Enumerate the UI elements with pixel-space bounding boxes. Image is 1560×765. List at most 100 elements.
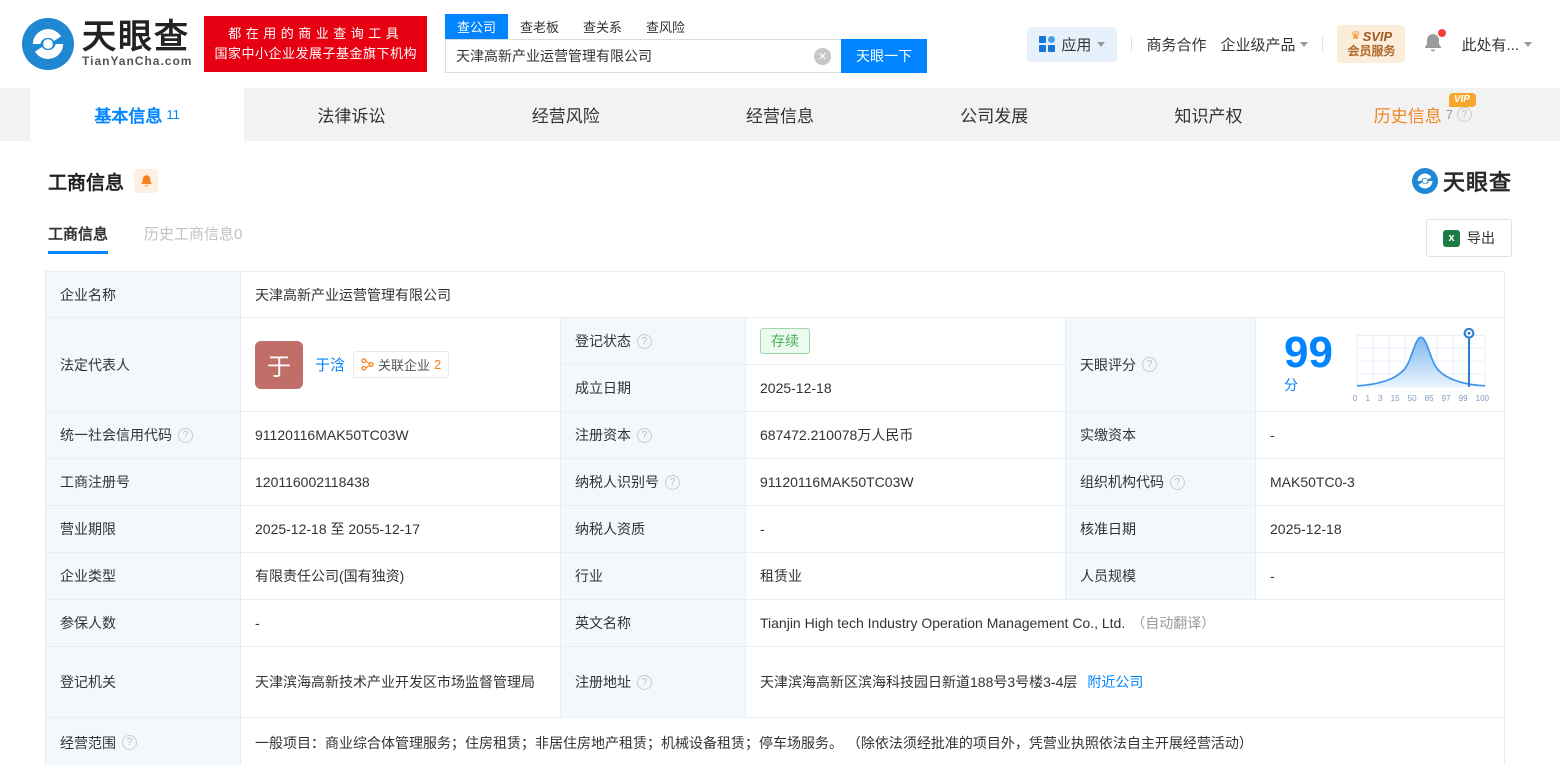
- enterprise-products-link[interactable]: 企业级产品: [1220, 34, 1309, 55]
- paid-capital-label: 实缴资本: [1066, 412, 1256, 459]
- apps-button[interactable]: 应用: [1027, 26, 1118, 62]
- industry-label: 行业: [561, 553, 746, 600]
- business-scope-value: 一般项目：商业综合体管理服务；住房租赁；非居住房地产租赁；机械设备租赁；停车场服…: [255, 734, 1253, 751]
- org-chart-icon: [361, 358, 374, 371]
- svip-member-button[interactable]: ♛ SVIP 会员服务: [1337, 25, 1406, 63]
- company-name-value: 天津高新产业运营管理有限公司: [241, 272, 1504, 318]
- tab-company-development[interactable]: 公司发展: [887, 88, 1101, 141]
- help-icon[interactable]: ?: [122, 735, 137, 750]
- help-icon[interactable]: ?: [1142, 357, 1157, 372]
- search-input-box: ✕: [445, 39, 841, 73]
- promo-line2: 国家中小企业发展子基金旗下机构: [214, 46, 417, 61]
- status-badge: 存续: [760, 328, 810, 354]
- search-button[interactable]: 天眼一下: [841, 39, 927, 73]
- approval-date-value: 2025-12-18: [1256, 506, 1504, 553]
- score-axis-ticks: 0 1 3 15 50 85 97 99 100: [1353, 393, 1489, 403]
- reg-address-value: 天津滨海高新区滨海科技园日新道188号3号楼3-4层 附近公司: [746, 647, 1504, 718]
- search-tab-risk[interactable]: 查风险: [634, 14, 697, 39]
- tab-business-info-label: 经营信息: [745, 107, 814, 126]
- logo-domain-text: TianYanCha.com: [82, 54, 193, 68]
- org-code-value: MAK50TC0-3: [1256, 459, 1504, 506]
- search-input[interactable]: [446, 48, 814, 64]
- business-cooperation-link[interactable]: 商务合作: [1146, 34, 1206, 55]
- tab-basic-info-count: 11: [166, 107, 180, 122]
- reg-address-label: 注册地址?: [561, 647, 746, 718]
- reg-authority-label: 登记机关: [46, 647, 241, 718]
- chevron-down-icon: [1524, 41, 1532, 47]
- staff-size-label: 人员规模: [1066, 553, 1256, 600]
- approval-date-label: 核准日期: [1066, 506, 1256, 553]
- divider: [1131, 36, 1133, 52]
- score-unit: 分: [1284, 376, 1298, 393]
- search-tab-company[interactable]: 查公司: [445, 14, 509, 39]
- clear-search-icon[interactable]: ✕: [814, 47, 831, 65]
- tab-history-info[interactable]: VIP 历史信息 7 ?: [1316, 88, 1530, 141]
- help-icon[interactable]: ?: [637, 674, 652, 690]
- company-type-value: 有限责任公司(国有独资): [241, 553, 561, 600]
- tab-business-info[interactable]: 经营信息: [673, 88, 887, 141]
- export-button[interactable]: x 导出: [1426, 219, 1512, 257]
- help-icon[interactable]: ?: [1170, 474, 1185, 490]
- reg-status-value: 存续: [746, 318, 1066, 365]
- tab-intellectual-property-label: 知识产权: [1174, 107, 1243, 126]
- reg-capital-value: 687472.210078万人民币: [746, 412, 1066, 459]
- apps-label: 应用: [1061, 36, 1092, 54]
- search-tab-boss[interactable]: 查老板: [508, 14, 571, 39]
- subtab-history-business-info[interactable]: 历史工商信息0: [144, 223, 242, 254]
- score-label: 天眼评分?: [1066, 318, 1256, 412]
- establish-date-label: 成立日期: [561, 365, 746, 412]
- related-companies-badge[interactable]: 关联企业 2: [353, 351, 450, 378]
- industry-value: 租赁业: [746, 553, 1066, 600]
- help-icon[interactable]: ?: [637, 333, 652, 349]
- score-distribution-chart[interactable]: 0 1 3 15 50 85 97 99 100: [1352, 327, 1490, 403]
- logo-brand-text: 天眼查: [82, 18, 190, 56]
- score-value: 99分 0 1 3 15 50 85 97 99 100: [1256, 318, 1504, 412]
- legal-rep-label: 法定代表人: [46, 318, 241, 412]
- vip-badge: VIP: [1448, 93, 1476, 107]
- legal-rep-name-link[interactable]: 于浛: [315, 354, 345, 375]
- company-name-label: 企业名称: [46, 272, 241, 318]
- help-icon[interactable]: ?: [665, 474, 680, 490]
- reg-status-label: 登记状态?: [561, 318, 746, 365]
- company-type-label: 企业类型: [46, 553, 241, 600]
- search-tabs: 查公司 查老板 查关系 查风险: [445, 14, 927, 39]
- auto-translate-note: （自动翻译）: [1131, 615, 1216, 631]
- promo-banner: 都在用的商业查询工具 国家中小企业发展子基金旗下机构: [204, 16, 427, 72]
- business-term-value: 2025-12-18 至 2055-12-17: [241, 506, 561, 553]
- subscribe-bell-button[interactable]: [134, 169, 159, 193]
- tab-intellectual-property[interactable]: 知识产权: [1101, 88, 1315, 141]
- top-header: 天眼查 TianYanCha.com 都在用的商业查询工具 国家中小企业发展子基…: [0, 0, 1560, 88]
- user-name: 此处有...: [1461, 36, 1519, 54]
- tab-legal-proceedings[interactable]: 法律诉讼: [244, 88, 458, 141]
- search-area: 查公司 查老板 查关系 查风险 ✕ 天眼一下: [445, 14, 927, 73]
- tab-operating-risk[interactable]: 经营风险: [459, 88, 673, 141]
- svip-sub-label: 会员服务: [1347, 44, 1396, 58]
- legal-rep-avatar[interactable]: 于: [255, 340, 303, 389]
- reg-number-label: 工商注册号: [46, 459, 241, 506]
- user-menu[interactable]: 此处有...: [1461, 34, 1532, 55]
- help-icon[interactable]: ?: [637, 427, 652, 443]
- divider: [1322, 36, 1324, 52]
- tab-history-info-count: 7: [1445, 107, 1453, 122]
- insured-label: 参保人数: [46, 600, 241, 647]
- tab-history-info-label: 历史信息: [1373, 107, 1442, 126]
- notifications-button[interactable]: [1423, 28, 1447, 57]
- subtab-business-info[interactable]: 工商信息: [48, 223, 109, 254]
- search-tab-relation[interactable]: 查关系: [571, 14, 634, 39]
- english-name-value: Tianjin High tech Industry Operation Man…: [746, 600, 1504, 647]
- header-right-nav: 应用 商务合作 企业级产品 ♛ SVIP 会员服务 此处有...: [1027, 25, 1532, 63]
- help-icon[interactable]: ?: [178, 427, 193, 443]
- help-icon[interactable]: ?: [1456, 107, 1472, 122]
- reg-authority-value: 天津滨海高新技术产业开发区市场监督管理局: [241, 647, 561, 718]
- legal-rep-value: 于 于浛 关联企业 2: [241, 318, 561, 412]
- credit-code-value: 91120116MAK50TC03W: [241, 412, 561, 459]
- score-number: 99: [1284, 327, 1333, 377]
- business-term-label: 营业期限: [46, 506, 241, 553]
- tab-operating-risk-label: 经营风险: [531, 107, 600, 126]
- tab-basic-info[interactable]: 基本信息 11: [30, 88, 245, 141]
- score-curve: [1356, 327, 1486, 387]
- nearby-companies-link[interactable]: 附近公司: [1087, 672, 1143, 692]
- reg-capital-label: 注册资本?: [561, 412, 746, 459]
- credit-code-label: 统一社会信用代码?: [46, 412, 241, 459]
- tianyancha-logo[interactable]: 天眼查 TianYanCha.com: [22, 18, 192, 70]
